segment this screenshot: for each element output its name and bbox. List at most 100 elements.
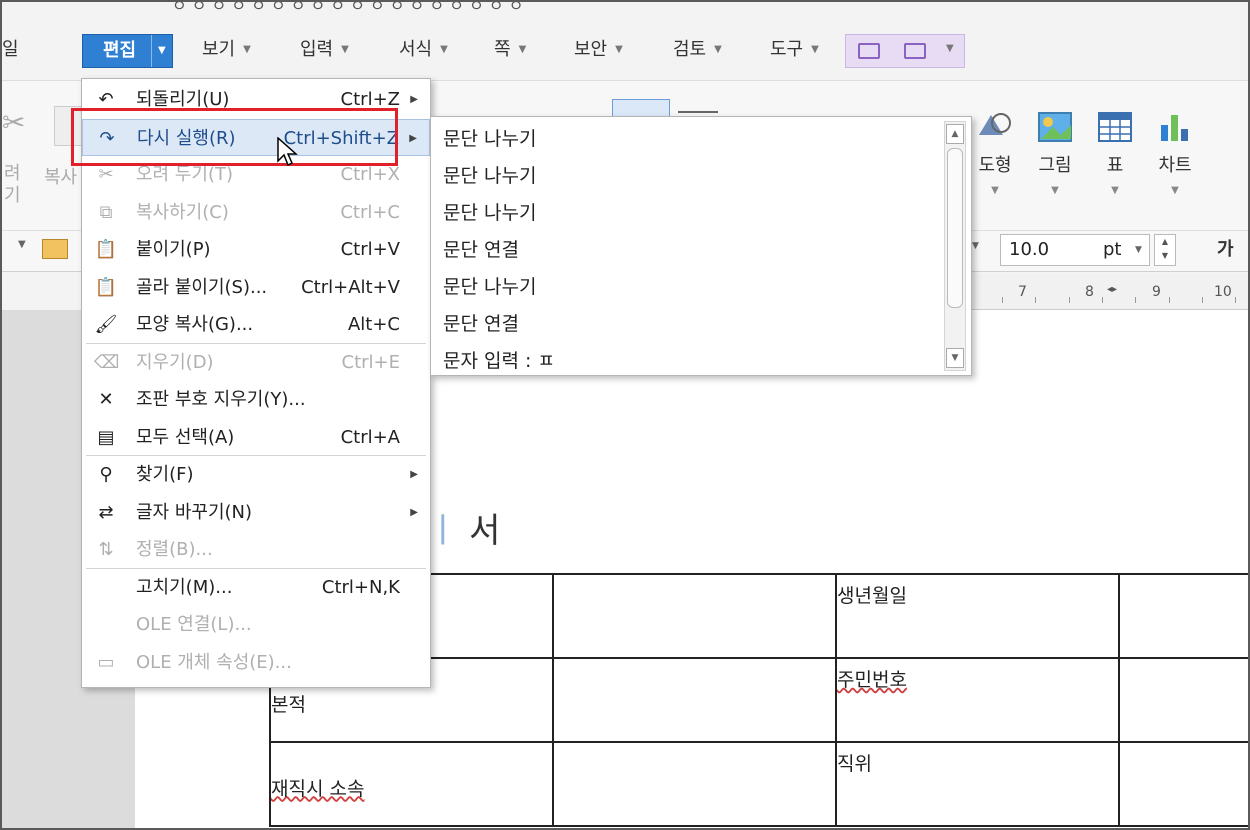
redo-history-item[interactable]: 문단 나누기 <box>443 269 536 306</box>
table-style-icon[interactable] <box>858 43 880 59</box>
menu-view[interactable]: 보기 ▼ <box>202 33 251 67</box>
redo-history-item[interactable]: 문단 나누기 <box>443 158 536 195</box>
menu-edit[interactable]: 편집 ▼ <box>82 34 173 68</box>
vertical-scrollbar[interactable]: ▲ ▼ <box>944 121 966 371</box>
ribbon-shape-button[interactable]: 도형 ▼ <box>965 81 1025 196</box>
clear-codes-icon: ✕ <box>98 389 114 410</box>
shape-icon <box>979 113 1011 135</box>
sort-icon: ⇅ <box>98 539 114 560</box>
redo-history-submenu: 문단 나누기 문단 나누기 문단 나누기 문단 연결 문단 나누기 문단 연결 문자 입력 … <box>430 116 972 376</box>
table-cell[interactable] <box>1118 573 1248 659</box>
edit-menu-item-label: 지우기(D) <box>136 351 214 373</box>
folder-open-icon[interactable] <box>42 239 68 259</box>
menu-review[interactable]: 검토 ▼ <box>673 33 722 67</box>
menu-page[interactable]: 쪽 ▼ <box>494 33 526 67</box>
edit-menu-item[interactable]: ⚲ 찾기(F) ▶ <box>82 456 430 493</box>
chevron-down-icon: ▼ <box>714 44 722 55</box>
table-row: 재직시 소속 직위 <box>269 741 1248 827</box>
chevron-down-icon[interactable]: ▼ <box>946 43 954 54</box>
redo-history-item[interactable]: 문단 연결 <box>443 306 519 343</box>
chevron-down-icon[interactable]: ▼ <box>1135 235 1142 265</box>
menu-format[interactable]: 서식 ▼ <box>399 33 448 67</box>
scissors-icon: ✂ <box>98 164 114 185</box>
edit-menu-item[interactable]: 고치기(M)... Ctrl+N,K <box>82 569 430 606</box>
edit-menu-item[interactable]: 🖌 모양 복사(G)... Alt+C <box>82 306 430 343</box>
indent-marker-icon[interactable]: ◂▸ <box>1107 284 1117 295</box>
edit-menu-item[interactable]: ⌫ 지우기(D) Ctrl+E <box>82 344 430 381</box>
scroll-down-arrow-icon[interactable]: ▼ <box>946 348 964 368</box>
chevron-down-icon: ▼ <box>1171 185 1179 196</box>
replace-icon: ⇄ <box>98 501 114 523</box>
chevron-down-icon: ▼ <box>1051 185 1059 196</box>
table-cell[interactable]: 재직시 소속 <box>269 741 554 827</box>
menu-file-partial[interactable]: 일 <box>2 33 19 67</box>
table-grid-icon[interactable] <box>904 43 926 59</box>
paste-icon: 📋 <box>94 239 118 260</box>
table-cell[interactable] <box>552 741 837 827</box>
chevron-down-icon: ▼ <box>440 44 448 55</box>
edit-menu-item-shortcut: Ctrl+N,K <box>321 576 400 598</box>
chevron-down-icon: ▼ <box>991 185 999 196</box>
chevron-down-icon: ▼ <box>1111 185 1119 196</box>
edit-menu-item[interactable]: OLE 연결(L)... <box>82 606 430 643</box>
chevron-down-icon: ▼ <box>811 44 819 55</box>
ole-icon: ▭ <box>97 651 115 673</box>
edit-menu-item-shortcut: Ctrl+E <box>341 351 400 373</box>
table-cell[interactable] <box>552 657 837 743</box>
edit-menu-item[interactable]: ▤ 모두 선택(A) Ctrl+A <box>82 419 430 456</box>
ribbon-picture-button[interactable]: 그림 ▼ <box>1025 81 1085 196</box>
menu-tools[interactable]: 도구 ▼ <box>770 33 819 67</box>
chevron-down-icon: ▼ <box>243 44 251 55</box>
menu-bar: 일 편집 ▼ 보기 ▼ 입력 ▼ 서식 ▼ 쪽 ▼ 보안 ▼ 검토 ▼ 도구 ▼ ▼ <box>2 20 1248 80</box>
table-cell[interactable] <box>1118 741 1248 827</box>
chevron-down-icon[interactable]: ▼ <box>972 241 979 251</box>
redo-history-item[interactable]: 문자 입력 : ㅍ <box>443 343 555 375</box>
submenu-arrow-icon: ▶ <box>409 132 417 144</box>
edit-menu-item-label: 고치기(M)... <box>136 576 233 598</box>
table-cell[interactable] <box>1118 657 1248 743</box>
scroll-thumb[interactable] <box>947 148 963 308</box>
font-size-spinner[interactable]: ▲ ▼ <box>1154 234 1176 266</box>
edit-menu-item[interactable]: 📋 붙이기(P) Ctrl+V <box>82 231 430 268</box>
font-size-field[interactable]: 10.0 pt ▼ <box>1000 234 1150 266</box>
redo-history-item[interactable]: 문단 나누기 <box>443 195 536 232</box>
edit-dropdown-menu: ↶ 되돌리기(U) Ctrl+Z ▶ ↷ 다시 실행(R) Ctrl+Shift+Z ▶ ✂ 오려… <box>81 78 431 688</box>
scissors-icon[interactable]: ✂ <box>2 106 25 146</box>
edit-menu-item-shortcut: Ctrl+A <box>340 426 400 448</box>
copy-icon: ⧉ <box>99 201 113 223</box>
app-window: ㅇ ㅇ ㅇ ㅇ ㅇ ㅇ ㅇ ㅇ ㅇ ㅇ ㅇ ㅇ ㅇ ㅇ ㅇ ㅇ ㅇ ㅇ 일 편집… <box>0 0 1250 830</box>
edit-menu-item[interactable]: ✕ 조판 부호 지우기(Y)... <box>82 381 430 418</box>
chart-icon <box>1161 115 1188 141</box>
ribbon-chart-button[interactable]: 차트 ▼ <box>1145 81 1205 196</box>
edit-menu-item-label: 정렬(B)... <box>136 539 213 560</box>
mouse-cursor-icon <box>277 137 298 167</box>
table-cell[interactable]: 생년월일 <box>835 573 1120 659</box>
edit-menu-item-label: 복사하기(C) <box>136 201 229 223</box>
erase-icon: ⌫ <box>94 351 120 373</box>
format-painter-icon: 🖌 <box>94 314 118 335</box>
scroll-up-arrow-icon[interactable]: ▲ <box>946 124 964 144</box>
edit-menu-item[interactable]: ⧉ 복사하기(C) Ctrl+C <box>82 194 430 231</box>
edit-menu-item[interactable]: 📋 골라 붙이기(S)... Ctrl+Alt+V <box>82 269 430 306</box>
submenu-arrow-icon: ▶ <box>410 506 418 518</box>
redo-history-item[interactable]: 문단 연결 <box>443 232 519 269</box>
table-icon <box>1098 112 1132 142</box>
chevron-down-icon[interactable]: ▼ <box>18 239 26 250</box>
edit-menu-item[interactable]: ▭ OLE 개체 속성(E)... <box>82 644 430 681</box>
edit-menu-item-label: OLE 연결(L)... <box>136 614 252 635</box>
redo-history-item[interactable]: 문단 나누기 <box>443 121 536 158</box>
table-toolbar-group[interactable]: ▼ <box>845 34 965 68</box>
edit-menu-item[interactable]: ⇄ 글자 바꾸기(N) ▶ <box>82 494 430 531</box>
table-cell[interactable]: 직위 <box>835 741 1120 827</box>
chevron-down-icon[interactable]: ▼ <box>158 35 166 67</box>
ribbon-table-button[interactable]: 표 ▼ <box>1085 81 1145 196</box>
bold-button[interactable]: 가 <box>1217 234 1234 266</box>
submenu-arrow-icon: ▶ <box>410 469 418 480</box>
picture-icon <box>1038 112 1072 142</box>
table-cell[interactable] <box>552 573 837 659</box>
menu-insert[interactable]: 입력 ▼ <box>300 33 349 67</box>
menu-security[interactable]: 보안 ▼ <box>574 33 623 67</box>
window-title-partial: ㅇ ㅇ ㅇ ㅇ ㅇ ㅇ ㅇ ㅇ ㅇ ㅇ ㅇ ㅇ ㅇ ㅇ ㅇ ㅇ ㅇ ㅇ <box>172 2 524 15</box>
edit-menu-item[interactable]: ⇅ 정렬(B)... <box>82 531 430 568</box>
table-cell[interactable]: 주민번호 <box>835 657 1120 743</box>
